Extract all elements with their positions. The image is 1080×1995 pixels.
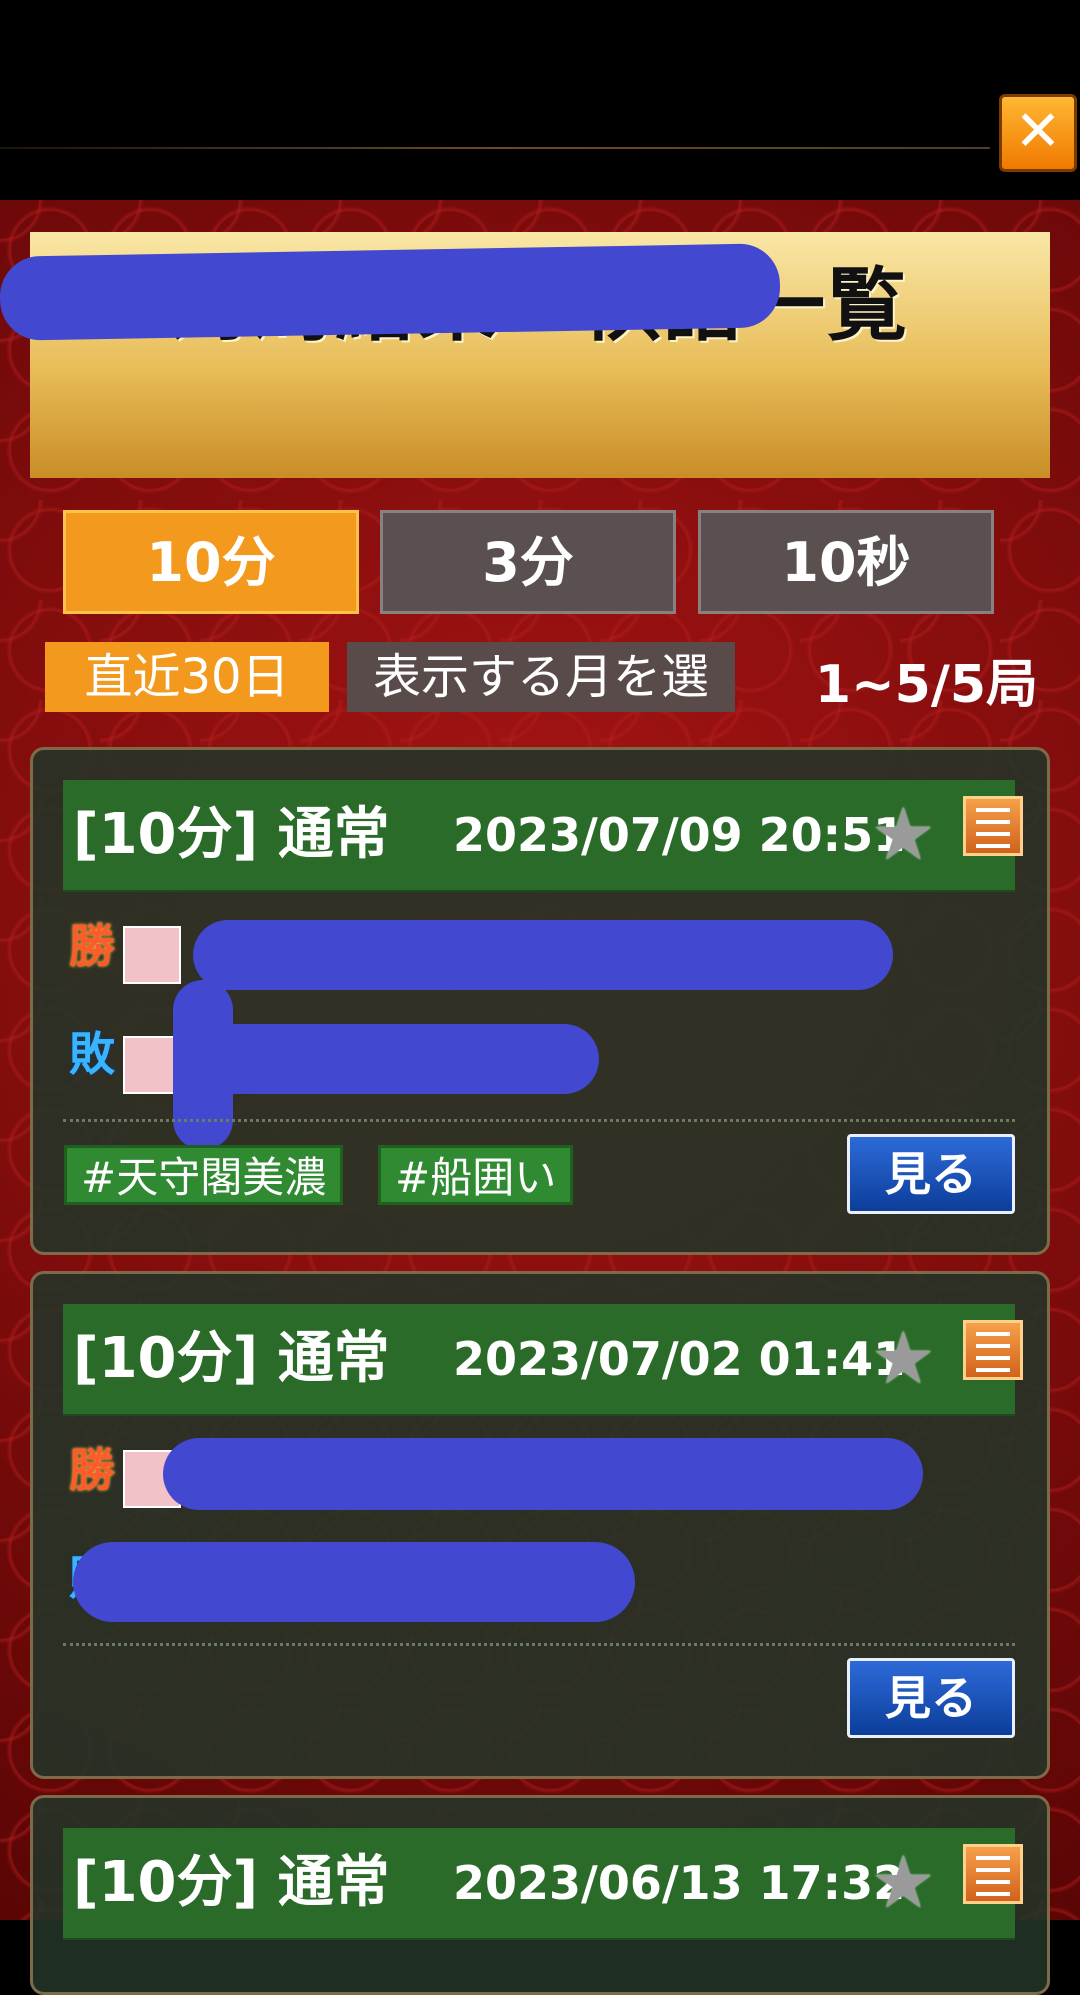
select-month-button[interactable]: 表示する月を選: [347, 642, 735, 712]
redaction-mark: [0, 243, 781, 341]
game-card: [10分] 通常 2023/06/13 17:32 ★: [30, 1795, 1050, 1995]
kifu-icon[interactable]: [963, 1844, 1023, 1904]
redaction-mark: [163, 1438, 923, 1510]
redaction-mark: [183, 1024, 599, 1094]
top-bar: ✕: [0, 0, 1080, 200]
game-type: [10分] 通常: [73, 1850, 390, 1915]
tag[interactable]: #天守閣美濃: [64, 1145, 344, 1205]
game-date: 2023/07/09 20:51: [453, 808, 906, 862]
time-control-tabs: 10分 3分 10秒: [63, 510, 994, 614]
top-divider: [0, 147, 990, 149]
card-header: [10分] 通常 2023/07/09 20:51 ★: [63, 780, 1023, 892]
view-button[interactable]: 見る: [847, 1658, 1015, 1738]
win-label: 勝: [69, 1443, 115, 1497]
game-card: [10分] 通常 2023/07/02 01:41 ★ 勝 敗 見る: [30, 1271, 1050, 1779]
lose-label: 敗: [69, 1027, 115, 1081]
game-type: [10分] 通常: [73, 1326, 390, 1391]
game-card: [10分] 通常 2023/07/09 20:51 ★ 勝 敗 #天守閣美濃 #…: [30, 747, 1050, 1255]
recent-30-days-button[interactable]: 直近30日: [45, 642, 329, 712]
view-button[interactable]: 見る: [847, 1134, 1015, 1214]
card-header: [10分] 通常 2023/06/13 17:32 ★: [63, 1828, 1023, 1940]
card-header: [10分] 通常 2023/07/02 01:41 ★: [63, 1304, 1023, 1416]
game-date: 2023/07/02 01:41: [453, 1332, 906, 1386]
close-button[interactable]: ✕: [999, 94, 1077, 172]
star-icon[interactable]: ★: [871, 794, 936, 874]
redaction-mark: [193, 920, 893, 990]
win-label: 勝: [69, 919, 115, 973]
divider: [63, 1119, 1015, 1122]
kifu-icon[interactable]: [963, 1320, 1023, 1380]
game-type: [10分] 通常: [73, 802, 390, 867]
tab-10sec[interactable]: 10秒: [698, 510, 994, 614]
tag[interactable]: #船囲い: [378, 1145, 574, 1205]
avatar: [123, 926, 181, 984]
star-icon[interactable]: ★: [871, 1318, 936, 1398]
kifu-icon[interactable]: [963, 796, 1023, 856]
star-icon[interactable]: ★: [871, 1842, 936, 1922]
tab-3min[interactable]: 3分: [380, 510, 676, 614]
tab-10min[interactable]: 10分: [63, 510, 359, 614]
game-date: 2023/06/13 17:32: [453, 1856, 906, 1910]
divider: [63, 1643, 1015, 1646]
redaction-mark: [73, 1542, 635, 1622]
game-count: 1~5/5局: [814, 655, 1038, 715]
